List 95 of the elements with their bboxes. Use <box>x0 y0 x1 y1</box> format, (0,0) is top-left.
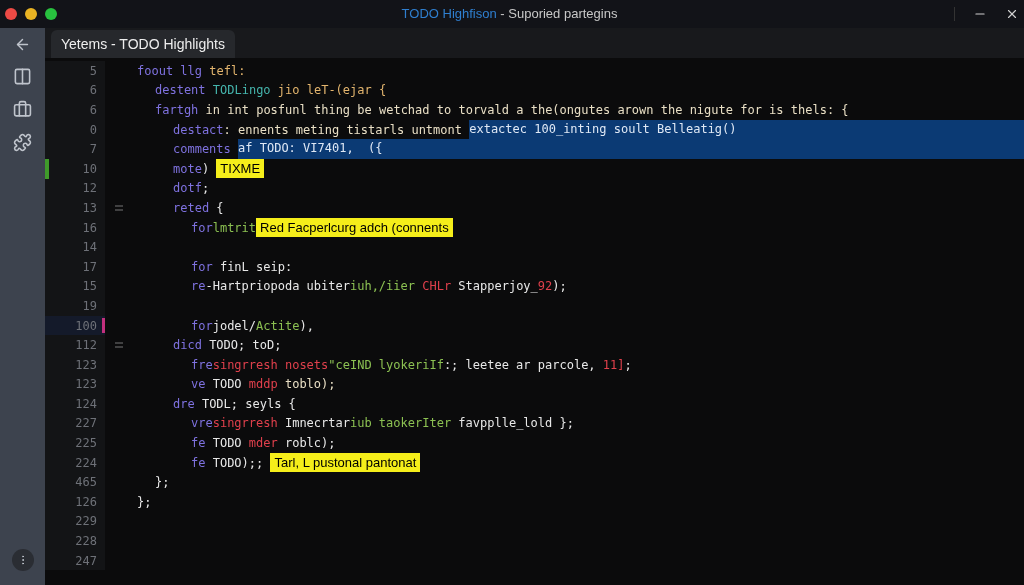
code-token: TODO <box>211 435 243 453</box>
code-token: toblo); <box>283 376 336 394</box>
line-number: 10 <box>82 160 97 178</box>
code-token: ; <box>624 356 632 374</box>
code-token: }; <box>137 493 152 511</box>
code-token: : ennents meting tistarls untmont <box>223 121 463 139</box>
code-token: ) <box>201 160 211 178</box>
code-token: roblc); <box>283 435 336 453</box>
code-token: finL seip: <box>218 258 293 276</box>
line-number: 17 <box>82 258 97 276</box>
code-token: TODO);; <box>211 454 265 472</box>
code-token: iuh,/iier <box>349 278 416 296</box>
code-token: dicd <box>173 337 202 355</box>
line-number: 126 <box>75 493 97 511</box>
code-token: ; <box>201 180 210 198</box>
code-token: TODL; seyls { <box>200 395 296 413</box>
line-number: 229 <box>75 513 97 531</box>
line-number: 16 <box>82 219 97 237</box>
code-token: fartgh <box>155 102 199 119</box>
code-token: fe <box>191 435 206 453</box>
code-token: Imnecrtar <box>283 415 350 433</box>
code-token: Actite <box>256 317 300 335</box>
code-token: favpplle_lold }; <box>457 415 574 433</box>
code-token: for <box>191 317 213 335</box>
code-token: -Hartpriopoda ubiter <box>205 278 350 296</box>
code-token: singrresh <box>212 415 278 433</box>
line-number: 124 <box>75 395 97 413</box>
code-token: }; <box>155 474 170 492</box>
line-number: 14 <box>82 239 97 257</box>
code-token: comments <box>173 141 232 159</box>
code-token: CHLr <box>422 278 452 296</box>
editor-tab[interactable]: Yetems - TODO Highlights <box>51 30 235 58</box>
code-token: iub taokerIter <box>349 415 452 433</box>
line-number: 112 <box>75 337 97 355</box>
line-number: 6 <box>89 102 97 119</box>
code-token: jio leT-(ejar { <box>276 82 387 100</box>
panels-icon[interactable] <box>13 67 32 86</box>
code-token: foout llg <box>137 62 203 80</box>
line-number: 224 <box>75 454 97 472</box>
line-number: 0 <box>89 121 97 139</box>
code-token: ve <box>191 376 206 394</box>
code-token: fe <box>191 454 206 472</box>
code-token: TODO <box>211 376 243 394</box>
code-token: Stapperjoy_ <box>457 278 538 296</box>
code-token: singrresh nosets <box>212 356 329 374</box>
code-token: ), <box>299 317 314 335</box>
line-number: 100 <box>75 317 97 335</box>
code-token: in int posfunl thing be wetchad to torvald a the(ongutes arown the nigute for is thels: { <box>204 102 849 119</box>
code-token: 92 <box>537 278 553 296</box>
code-token: re <box>191 278 206 296</box>
code-token: dre <box>173 395 195 413</box>
line-number: 15 <box>82 278 97 296</box>
line-number: 228 <box>75 533 97 551</box>
todo-highlight: TIXME <box>216 159 265 179</box>
code-token: fre <box>191 356 213 374</box>
line-number: 227 <box>75 415 97 433</box>
window-title: TODO Highfison - Suporied partegins <box>401 5 618 24</box>
code-token: dotf <box>173 180 202 198</box>
code-token: destact <box>173 121 224 139</box>
briefcase-icon[interactable] <box>13 100 32 119</box>
line-number: 123 <box>75 376 97 394</box>
code-token: mote <box>173 160 202 178</box>
close-icon[interactable] <box>1005 7 1019 21</box>
code-token: mddp <box>248 376 278 394</box>
code-token: lmtrit <box>212 219 257 237</box>
selected-code: af TODO: VI7401, ({ <box>238 139 1024 159</box>
code-token: TODLingo <box>212 82 271 100</box>
puzzle-icon[interactable] <box>13 133 32 152</box>
code-token: for <box>191 258 213 276</box>
line-number: 7 <box>89 141 97 159</box>
code-token: tefl: <box>208 62 246 80</box>
code-token: reted <box>173 199 210 217</box>
code-token: "ceIND lyokeriIf <box>328 356 444 374</box>
line-number: 12 <box>82 180 97 198</box>
line-number: 13 <box>82 199 97 217</box>
line-number: 123 <box>75 356 97 374</box>
line-number: 19 <box>82 297 97 315</box>
todo-highlight: Red Facperlcurg adch (connents <box>256 218 453 238</box>
code-token: 11] <box>602 356 625 374</box>
code-token: :; leetee ar parcole, <box>443 356 597 374</box>
line-number: 5 <box>89 62 97 80</box>
line-number: 6 <box>89 82 97 100</box>
code-token: for <box>191 219 213 237</box>
code-token: destent <box>155 82 207 100</box>
code-token: TODO; toD; <box>208 337 282 355</box>
code-token: { <box>215 199 224 217</box>
line-number: 465 <box>75 474 97 492</box>
todo-highlight: Tarl, L pustonal pantonat <box>270 453 421 473</box>
line-number: 247 <box>75 552 97 570</box>
code-token: mder <box>248 435 278 453</box>
code-token: jodel/ <box>212 317 257 335</box>
code-token: vre <box>191 415 213 433</box>
code-token: ); <box>552 278 567 296</box>
line-number: 225 <box>75 435 97 453</box>
selected-code: extactec 100_inting soult Belleatig() <box>469 119 1024 140</box>
